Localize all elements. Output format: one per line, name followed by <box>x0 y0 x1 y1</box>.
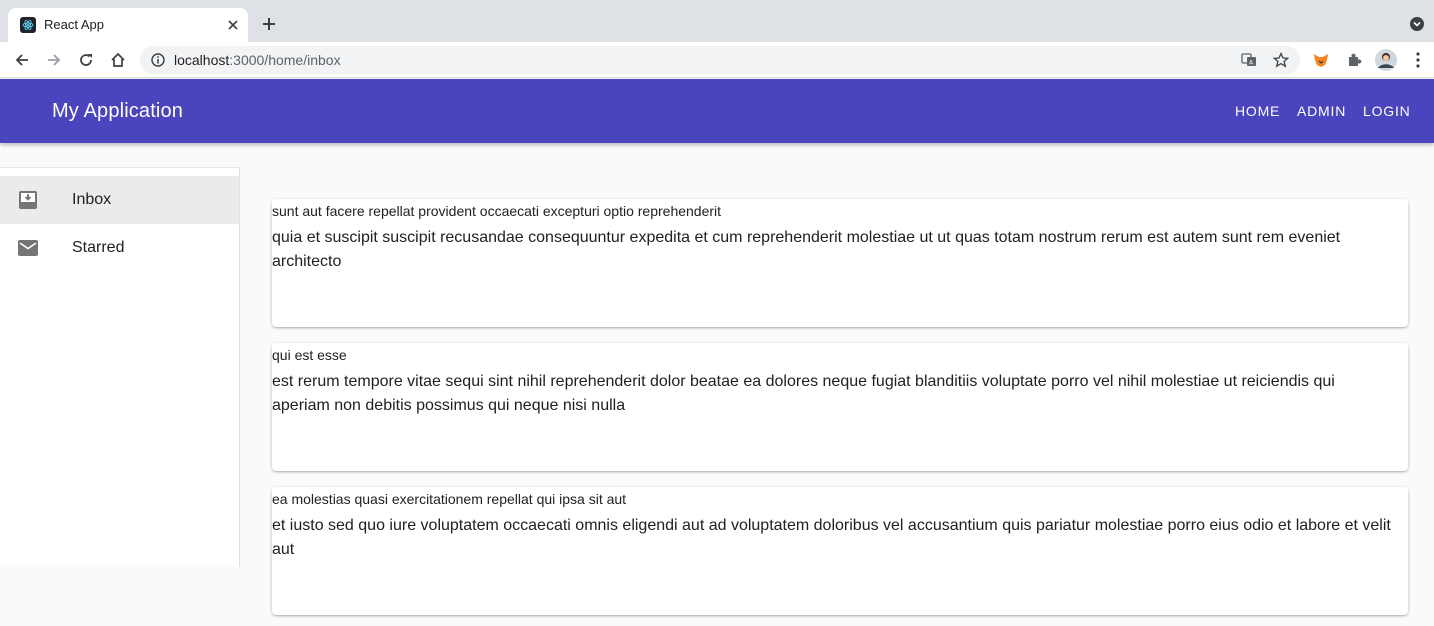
browser-tab[interactable]: React App <box>8 8 248 42</box>
post-title: qui est esse <box>272 347 347 363</box>
post-card: sunt aut facere repellat provident occae… <box>272 199 1408 327</box>
sidebar-item-starred[interactable]: Starred <box>0 224 239 272</box>
url-path: :3000/home/inbox <box>229 52 341 68</box>
puzzle-icon[interactable] <box>1343 49 1365 71</box>
arrow-left-icon[interactable] <box>11 49 33 71</box>
post-card: ea molestias quasi exercitationem repell… <box>272 487 1408 615</box>
home-icon[interactable] <box>107 49 129 71</box>
post-body: et iusto sed quo iure voluptatem occaeca… <box>272 517 1391 558</box>
address-bar[interactable]: localhost:3000/home/inbox A <box>140 46 1300 74</box>
star-icon[interactable] <box>1272 51 1290 69</box>
reload-icon[interactable] <box>75 49 97 71</box>
tab-title: React App <box>44 17 104 32</box>
arrow-right-icon[interactable] <box>43 49 65 71</box>
react-logo-icon <box>20 17 36 33</box>
url-text: localhost:3000/home/inbox <box>174 52 341 68</box>
browser-tab-strip: React App <box>0 0 1434 42</box>
fox-extension-icon[interactable] <box>1310 49 1332 71</box>
url-host: localhost <box>174 52 230 68</box>
post-body: quia et suscipit suscipit recusandae con… <box>272 229 1341 270</box>
avatar[interactable] <box>1375 49 1397 71</box>
browser-toolbar: localhost:3000/home/inbox A <box>0 42 1434 78</box>
post-body: est rerum tempore vitae sequi sint nihil… <box>272 373 1335 414</box>
nav-login-button[interactable]: LOGIN <box>1363 102 1411 120</box>
close-icon[interactable] <box>224 16 242 34</box>
sidebar: Inbox Starred <box>0 167 240 567</box>
nav-home-button[interactable]: HOME <box>1235 102 1280 120</box>
chevron-down-icon[interactable] <box>1408 15 1426 33</box>
sidebar-item-inbox[interactable]: Inbox <box>0 176 239 224</box>
mail-icon <box>17 237 39 259</box>
info-icon[interactable] <box>150 52 166 68</box>
nav-admin-button[interactable]: ADMIN <box>1297 102 1346 120</box>
inbox-icon <box>17 189 39 211</box>
post-card: qui est esse est rerum tempore vitae seq… <box>272 343 1408 471</box>
sidebar-item-label: Starred <box>72 239 125 256</box>
app-bar: My Application HOME ADMIN LOGIN <box>0 79 1434 143</box>
post-title: sunt aut facere repellat provident occae… <box>272 203 722 219</box>
translate-icon[interactable]: A <box>1240 51 1258 69</box>
plus-icon[interactable] <box>259 14 279 34</box>
app-title: My Application <box>52 100 184 122</box>
sidebar-item-label: Inbox <box>72 191 112 208</box>
kebab-menu-icon[interactable] <box>1407 49 1429 71</box>
post-title: ea molestias quasi exercitationem repell… <box>272 491 627 507</box>
